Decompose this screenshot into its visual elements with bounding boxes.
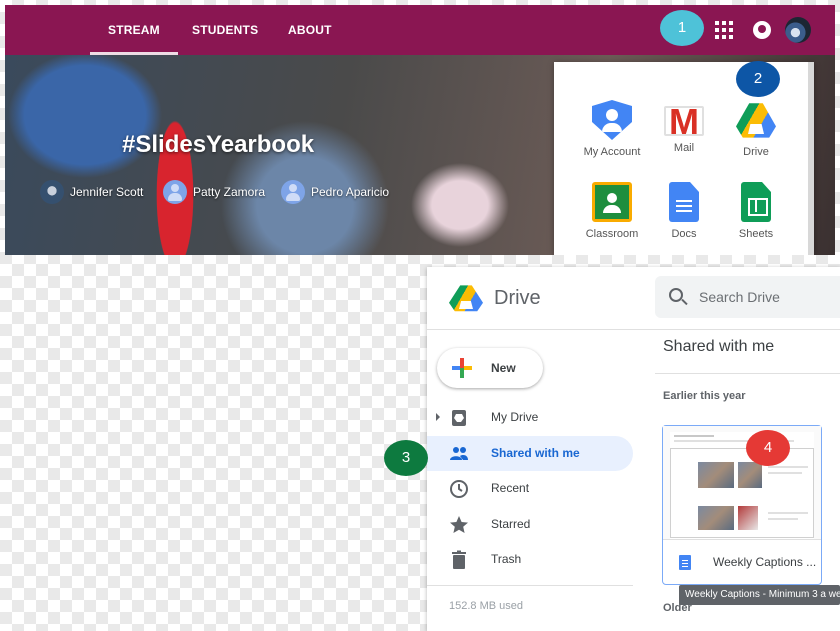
teacher-chip: Patty Zamora [163, 180, 265, 204]
app-label: Mail [673, 142, 695, 154]
class-title: #SlidesYearbook [122, 131, 315, 158]
nav-item-my-drive[interactable]: My Drive [427, 400, 633, 435]
drive-icon [736, 103, 776, 138]
notifications-icon[interactable] [753, 21, 771, 39]
file-thumbnail [663, 426, 821, 540]
drive-logo-icon [449, 285, 483, 312]
step-marker-3: 3 [384, 440, 428, 476]
nav-item-starred[interactable]: Starred [427, 507, 633, 542]
tab-students[interactable]: STUDENTS [192, 5, 258, 55]
plus-icon [452, 358, 472, 378]
teacher-name: Jennifer Scott [70, 185, 144, 199]
tab-stream[interactable]: STREAM [90, 5, 178, 55]
group-label-older: Older [663, 602, 692, 614]
tab-about[interactable]: ABOUT [288, 5, 332, 55]
apps-panel-scrollbar[interactable] [808, 62, 814, 255]
drive-title: Drive [494, 287, 541, 309]
nav-label: My Drive [491, 410, 539, 424]
docs-file-icon [679, 555, 691, 570]
storage-divider [427, 585, 633, 586]
app-my-account[interactable]: My Account [572, 100, 652, 158]
teacher-name: Pedro Aparicio [311, 185, 390, 199]
search-box[interactable] [655, 276, 840, 318]
search-input[interactable] [699, 287, 839, 307]
shared-people-icon [450, 447, 468, 460]
file-card[interactable]: Weekly Captions ... [662, 425, 822, 585]
teacher-avatar [163, 180, 187, 204]
app-docs[interactable]: Docs [644, 182, 724, 240]
new-label: New [491, 361, 516, 375]
classroom-window: STREAM STUDENTS ABOUT #SlidesYearbook Je… [5, 5, 835, 255]
google-apps-panel: My Account Mail Drive Classroom Docs She… [554, 62, 814, 255]
docs-icon [669, 182, 699, 222]
nav-label: Shared with me [491, 446, 580, 460]
teacher-avatar [281, 180, 305, 204]
classroom-topbar: STREAM STUDENTS ABOUT [5, 5, 835, 55]
gmail-icon [664, 102, 704, 142]
account-icon [592, 100, 632, 140]
storage-usage: 152.8 MB used [449, 600, 523, 612]
trash-icon [452, 550, 466, 569]
my-drive-icon [452, 410, 466, 426]
app-label: Docs [671, 228, 697, 240]
teacher-name: Patty Zamora [193, 185, 266, 199]
nav-item-recent[interactable]: Recent [427, 471, 633, 506]
teacher-avatar [40, 180, 64, 204]
title-divider [655, 373, 840, 374]
teacher-chip: Pedro Aparicio [281, 180, 389, 204]
nav-label: Recent [491, 481, 530, 495]
teacher-chip: Jennifer Scott [40, 180, 143, 204]
page-title: Shared with me [663, 338, 775, 355]
nav-label: Trash [491, 552, 522, 566]
app-label: Sheets [738, 228, 774, 240]
app-classroom[interactable]: Classroom [572, 182, 652, 240]
app-drive[interactable]: Drive [716, 100, 796, 158]
group-label: Earlier this year [663, 390, 746, 402]
app-label: My Account [583, 146, 641, 158]
star-icon [450, 516, 468, 533]
sheets-icon [741, 182, 771, 222]
new-button[interactable]: New [437, 348, 543, 388]
classroom-icon [592, 182, 632, 222]
apps-grid-icon[interactable] [715, 21, 733, 39]
nav-item-shared-with-me[interactable]: Shared with me [427, 436, 633, 471]
nav-item-trash[interactable]: Trash [427, 542, 633, 577]
header-divider [427, 329, 840, 330]
account-avatar[interactable] [785, 17, 811, 43]
step-marker-1: 1 [660, 10, 704, 46]
app-label: Classroom [585, 228, 639, 240]
app-mail[interactable]: Mail [644, 100, 724, 154]
file-tooltip: Weekly Captions - Minimum 3 a we [679, 585, 840, 605]
clock-icon [450, 480, 468, 498]
expand-caret-icon[interactable] [436, 413, 440, 421]
file-name[interactable]: Weekly Captions ... [713, 555, 819, 569]
app-sheets[interactable]: Sheets [716, 182, 796, 240]
search-icon[interactable] [669, 288, 683, 302]
nav-label: Starred [491, 517, 531, 531]
step-marker-4: 4 [746, 430, 790, 466]
app-label: Drive [743, 146, 769, 158]
step-marker-2: 2 [736, 61, 780, 97]
